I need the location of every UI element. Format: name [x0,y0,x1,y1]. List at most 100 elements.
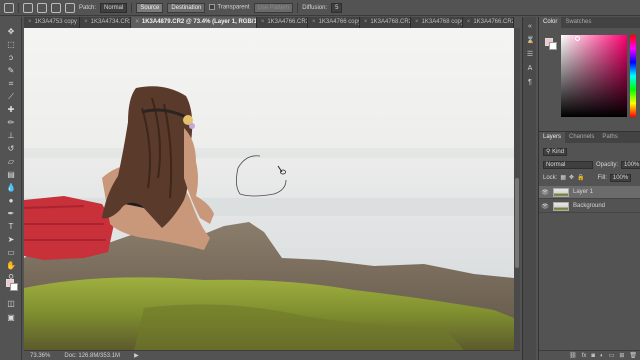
tab-layers[interactable]: Layers [539,132,566,143]
visibility-eye-icon[interactable]: 👁 [539,189,551,196]
trash-icon[interactable]: 🗑 [629,351,637,360]
tab-label: 1K3A4766.CR2 [473,19,514,25]
document-tab[interactable]: × 1K3A4753 copy 3 [24,17,81,28]
close-tab-icon[interactable]: × [84,17,88,28]
properties-panel-icon[interactable]: ☰ [526,51,534,59]
gradient-tool-icon[interactable]: ▤ [6,170,16,180]
status-menu-arrow-icon[interactable]: ▶ [134,352,139,359]
tab-label: 1K3A4879.CR2 @ 73.4% (Layer 1, RGB/16*) … [141,19,257,25]
document-tab[interactable]: × 1K3A4768.CR2 [359,17,412,28]
panel-icon-strip: « ⌛ ☰ A ¶ [522,17,536,360]
healing-brush-tool-icon[interactable]: ✚ [6,105,16,115]
close-tab-icon[interactable]: × [312,17,316,28]
marquee-tool-icon[interactable]: ⬚ [6,40,16,50]
layer-row[interactable]: 👁 Background [539,200,640,213]
pen-tool-icon[interactable]: ✒ [6,209,16,219]
color-panel-tabs: Color Swatches [539,17,640,28]
document-tab[interactable]: × 1K3A4766.CR2 [462,17,514,28]
layer-filter-kind: Kind [552,148,565,155]
layer-thumbnail [553,201,569,211]
layers-footer: ⛓ fx ◙ ◐ ▭ ⊞ 🗑 [539,350,640,360]
destination-button[interactable]: Destination [167,2,206,13]
document-tab[interactable]: × 1K3A4879.CR2 @ 73.4% (Layer 1, RGB/16*)… [131,17,257,28]
diffusion-select[interactable]: 5 [331,2,343,13]
layer-row[interactable]: 👁 Layer 1 [539,186,640,199]
quick-mask-icon[interactable]: ◫ [6,299,16,309]
clone-stamp-tool-icon[interactable]: ⊥ [6,131,16,141]
blend-mode-select[interactable]: Normal [543,160,593,169]
fill-label: Fill: [597,174,607,181]
diffusion-label: Diffusion: [302,4,328,11]
blur-tool-icon[interactable]: 💧 [6,183,16,193]
history-panel-icon[interactable]: ⌛ [526,37,535,45]
patch-label: Patch: [79,4,97,11]
close-tab-icon[interactable]: × [364,17,368,28]
tab-color[interactable]: Color [539,17,562,28]
screen-mode-icon[interactable]: ▣ [6,313,16,323]
use-pattern-button[interactable]: Use Pattern [253,2,294,13]
patch-tool-preset-icon[interactable] [4,2,14,13]
move-tool-icon[interactable]: ✥ [6,27,16,37]
mask-icon[interactable]: ◙ [591,351,595,360]
brush-tool-icon[interactable]: ✏ [6,118,16,128]
opacity-label: Opacity: [596,161,619,168]
color-picker-ring[interactable] [575,36,580,41]
zoom-readout[interactable]: 73.36% [30,353,50,359]
vertical-scrollbar[interactable] [514,28,520,350]
hue-slider[interactable] [630,35,636,117]
lock-pixels-icon[interactable]: ▦ [560,174,566,181]
eyedropper-tool-icon[interactable]: ⟋ [6,92,16,102]
layer-filter-select[interactable]: ⚲ Kind [543,147,568,156]
lock-label: Lock: [543,174,558,181]
scrollbar-thumb[interactable] [515,178,519,268]
source-button[interactable]: Source [136,2,164,13]
close-tab-icon[interactable]: × [467,17,471,28]
add-to-selection-icon[interactable] [37,2,47,13]
document-tab-bar: × 1K3A4753 copy 3 × 1K3A4734.CR2 × 1K3A4879.C… [24,17,514,28]
lock-position-icon[interactable]: ✥ [569,174,574,181]
hand-tool-icon[interactable]: ✋ [6,261,16,271]
lock-all-icon[interactable]: 🔒 [577,174,584,181]
document-tab[interactable]: × 1K3A4766 copy [308,17,360,28]
collapse-panels-icon[interactable]: « [526,23,534,31]
color-picker-field[interactable] [561,35,627,117]
crop-tool-icon[interactable]: ⌗ [6,79,16,89]
new-selection-icon[interactable] [23,2,33,13]
close-tab-icon[interactable]: × [28,17,32,28]
document-tab[interactable]: × 1K3A4768 copy [411,17,463,28]
paragraph-panel-icon[interactable]: ¶ [526,79,534,87]
opacity-field[interactable]: 100% [621,160,640,169]
new-layer-icon[interactable]: ⊞ [619,351,624,360]
tab-swatches[interactable]: Swatches [561,17,595,28]
visibility-eye-icon[interactable]: 👁 [539,203,551,210]
patch-mode-select[interactable]: Normal [100,2,128,13]
fill-field[interactable]: 100% [609,173,632,182]
color-background-swatch[interactable] [549,42,557,50]
character-panel-icon[interactable]: A [526,65,534,73]
document-tab[interactable]: × 1K3A4734.CR2 [80,17,132,28]
document-tab[interactable]: × 1K3A4766.CR2 [256,17,309,28]
quick-selection-tool-icon[interactable]: ✎ [6,66,16,76]
group-icon[interactable]: ▭ [609,351,615,360]
dodge-tool-icon[interactable]: ● [6,196,16,206]
shape-tool-icon[interactable]: ▭ [6,248,16,258]
tab-channels[interactable]: Channels [565,132,598,143]
lasso-tool-icon[interactable]: ↄ [6,53,16,63]
transparent-checkbox[interactable]: Transparent [209,4,250,11]
close-tab-icon[interactable]: × [135,17,139,28]
background-color-swatch[interactable] [10,283,18,291]
fx-icon[interactable]: fx [582,351,587,360]
adjustment-icon[interactable]: ◐ [600,351,604,360]
eraser-tool-icon[interactable]: ▱ [6,157,16,167]
path-selection-tool-icon[interactable]: ➤ [6,235,16,245]
intersect-selection-icon[interactable] [65,2,75,13]
document-canvas[interactable] [24,28,514,350]
link-icon[interactable]: ⛓ [569,351,577,360]
tab-paths[interactable]: Paths [598,132,621,143]
close-tab-icon[interactable]: × [415,17,419,28]
close-tab-icon[interactable]: × [261,17,265,28]
history-brush-tool-icon[interactable]: ↺ [6,144,16,154]
tab-label: 1K3A4768.CR2 [370,19,412,25]
subtract-selection-icon[interactable] [51,2,61,13]
type-tool-icon[interactable]: T [6,222,16,232]
